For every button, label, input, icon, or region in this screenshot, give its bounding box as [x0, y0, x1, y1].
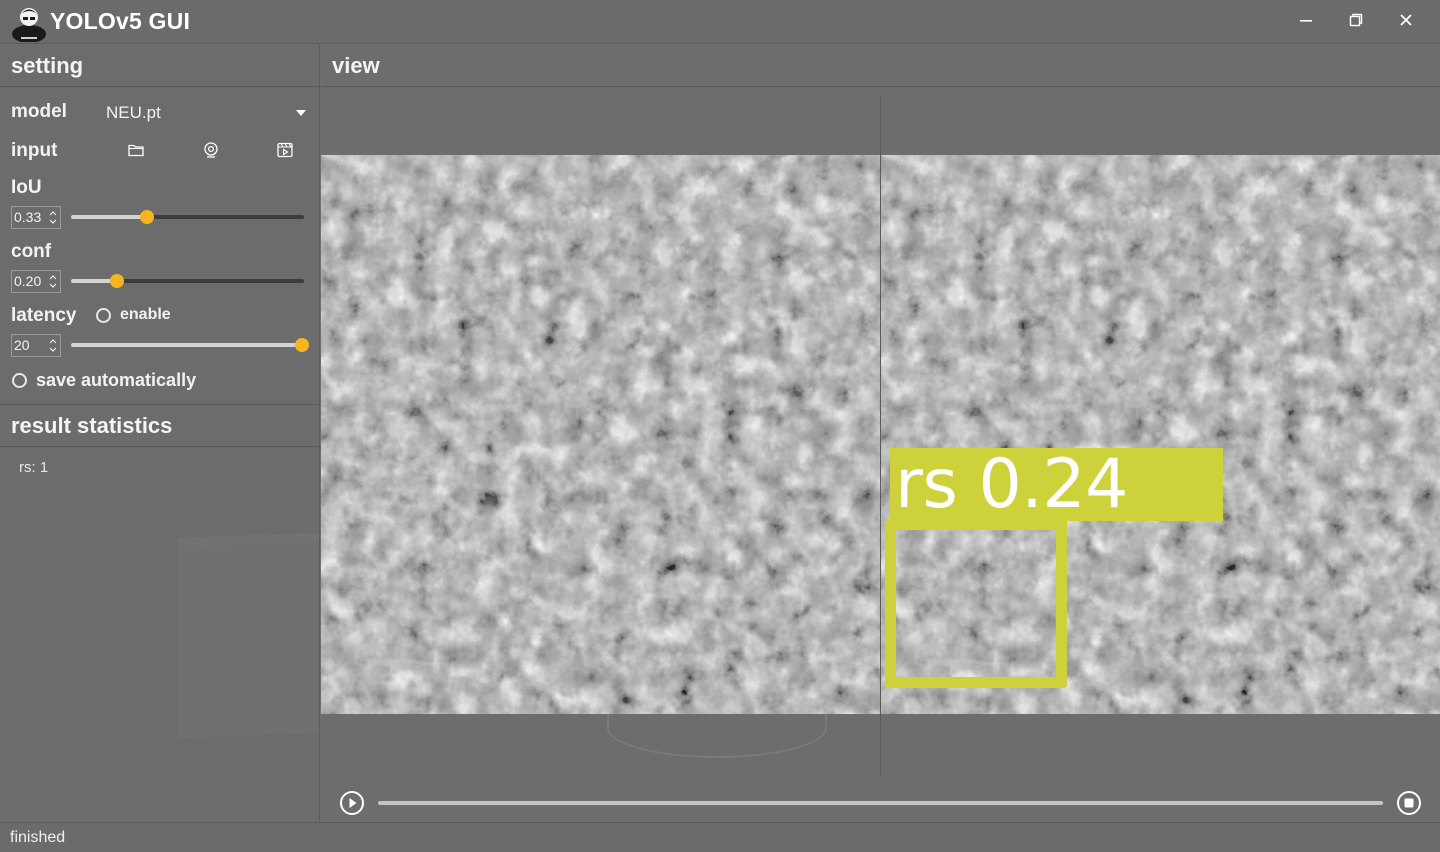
spin-arrows-icon: [48, 273, 58, 290]
model-select[interactable]: NEU.pt: [100, 100, 312, 126]
detection-image: rs 0.24: [881, 155, 1440, 714]
detection-box: [885, 519, 1067, 688]
conf-label: conf: [11, 241, 52, 262]
radio-circle: [96, 307, 111, 323]
title-bar: YOLOv5 GUI: [0, 0, 1440, 44]
close-icon: [1398, 12, 1414, 33]
restore-icon: [1348, 12, 1364, 33]
video-file-icon: [276, 141, 294, 164]
chevron-down-icon: [296, 110, 306, 116]
radio-circle: [12, 373, 27, 388]
latency-spinbox[interactable]: 20: [11, 334, 61, 357]
texture-image: [321, 155, 880, 714]
slider-fill: [71, 215, 148, 219]
play-icon: [339, 791, 365, 820]
stats-list-item: rs: 1: [19, 459, 49, 476]
conf-spinbox[interactable]: 0.20: [11, 270, 61, 293]
slider-fill: [71, 343, 304, 347]
slider-handle[interactable]: [295, 338, 309, 352]
background-decoration: [178, 532, 319, 738]
webcam-icon: [202, 141, 220, 164]
iou-value: 0.33: [14, 209, 42, 225]
spin-arrows-icon: [48, 209, 58, 226]
close-button[interactable]: [1389, 8, 1423, 36]
video-progress-bar[interactable]: [378, 799, 1383, 807]
iou-label: IoU: [11, 177, 42, 198]
stop-icon: [1396, 791, 1422, 820]
conf-value: 0.20: [14, 273, 42, 289]
original-image: [321, 155, 880, 714]
conf-slider[interactable]: [71, 273, 304, 289]
view-panel: view rs 0.24: [321, 45, 1440, 822]
open-folder-button[interactable]: [125, 141, 147, 163]
app-title: YOLOv5 GUI: [50, 8, 191, 34]
settings-panel: setting model NEU.pt input IoU 0.33 conf…: [0, 45, 320, 822]
model-value: NEU.pt: [106, 103, 161, 122]
folder-icon: [127, 142, 145, 163]
latency-label: latency: [11, 305, 77, 326]
setting-header: setting: [0, 45, 319, 87]
save-automatically-radio[interactable]: save automatically: [12, 370, 196, 391]
video-file-button[interactable]: [274, 141, 296, 163]
iou-spinbox[interactable]: 0.33: [11, 206, 61, 229]
app-logo-icon: [10, 4, 48, 43]
iou-slider[interactable]: [71, 209, 304, 225]
status-text: finished: [10, 829, 66, 846]
minimize-icon: [1298, 12, 1314, 33]
latency-enable-radio[interactable]: enable: [96, 306, 171, 324]
play-button[interactable]: [339, 790, 365, 816]
stop-button[interactable]: [1396, 790, 1422, 816]
progress-track: [378, 801, 1383, 805]
save-automatically-label: save automatically: [36, 370, 197, 390]
minimize-button[interactable]: [1289, 8, 1323, 36]
latency-slider[interactable]: [71, 337, 309, 353]
slider-handle[interactable]: [140, 210, 155, 224]
webcam-button[interactable]: [200, 141, 222, 163]
detection-label: rs 0.24: [895, 445, 1128, 524]
result-statistics-header: result statistics: [0, 404, 319, 447]
view-header: view: [321, 45, 1440, 87]
latency-value: 20: [14, 337, 30, 353]
status-bar: finished: [0, 822, 1440, 852]
restore-button[interactable]: [1339, 8, 1373, 36]
latency-enable-label: enable: [120, 306, 171, 323]
model-label: model: [11, 101, 67, 122]
slider-handle[interactable]: [110, 274, 125, 288]
spin-arrows-icon: [48, 337, 58, 354]
input-label: input: [11, 140, 58, 161]
background-decoration: [607, 714, 827, 758]
